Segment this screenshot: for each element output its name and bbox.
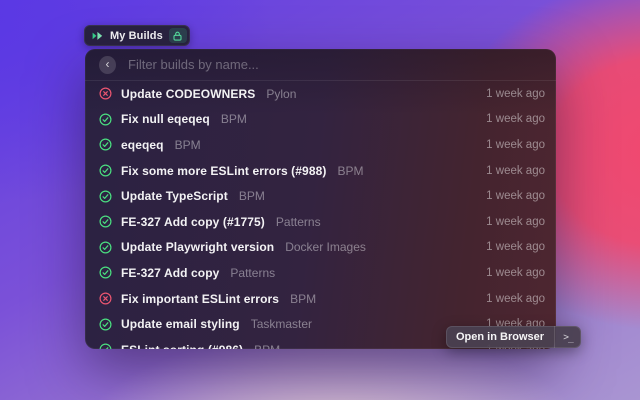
build-time: 1 week ago <box>486 293 545 305</box>
build-title: Update Playwright version <box>121 240 274 254</box>
build-row[interactable]: eqeqeq BPM 1 week ago <box>85 132 556 158</box>
build-title: ESLint sorting (#986) <box>121 343 243 349</box>
build-title: Update TypeScript <box>121 189 228 203</box>
lock-badge <box>169 28 187 43</box>
build-title: FE-327 Add copy <box>121 266 219 280</box>
build-row[interactable]: Fix important ESLint errors BPM 1 week a… <box>85 286 556 312</box>
open-in-browser-button[interactable]: Open in Browser >_ <box>446 326 581 348</box>
build-row[interactable]: Fix some more ESLint errors (#988) BPM 1… <box>85 158 556 184</box>
back-button[interactable]: ‹ <box>99 56 116 74</box>
build-status-passed-icon <box>99 190 112 203</box>
chip-label: My Builds <box>110 30 163 42</box>
build-project: BPM <box>290 292 316 306</box>
build-project: Docker Images <box>285 240 366 254</box>
build-project: Taskmaster <box>251 317 312 331</box>
build-time: 1 week ago <box>486 139 545 151</box>
build-status-failed-icon <box>99 292 112 305</box>
build-status-failed-icon <box>99 87 112 100</box>
build-project: Patterns <box>276 215 321 229</box>
build-time: 1 week ago <box>486 216 545 228</box>
build-project: Patterns <box>230 266 275 280</box>
chevron-left-icon: ‹ <box>106 58 110 70</box>
build-list: Update CODEOWNERS Pylon 1 week ago Fix n… <box>85 81 556 349</box>
build-row[interactable]: FE-327 Add copy (#1775) Patterns 1 week … <box>85 209 556 235</box>
build-row[interactable]: Fix null eqeqeq BPM 1 week ago <box>85 107 556 133</box>
build-row[interactable]: Update TypeScript BPM 1 week ago <box>85 183 556 209</box>
build-project: BPM <box>254 343 280 349</box>
build-status-passed-icon <box>99 343 112 349</box>
build-time: 1 week ago <box>486 88 545 100</box>
build-time: 1 week ago <box>486 190 545 202</box>
search-input[interactable] <box>126 56 542 73</box>
search-bar: ‹ <box>85 49 556 81</box>
open-in-browser-label: Open in Browser <box>446 326 554 348</box>
build-status-passed-icon <box>99 138 112 151</box>
build-row[interactable]: Update CODEOWNERS Pylon 1 week ago <box>85 81 556 107</box>
terminal-shortcut-icon: >_ <box>555 326 581 348</box>
build-title: Update CODEOWNERS <box>121 87 255 101</box>
build-project: BPM <box>221 112 247 126</box>
build-status-passed-icon <box>99 215 112 228</box>
build-title: Fix null eqeqeq <box>121 112 210 126</box>
build-project: Pylon <box>266 87 296 101</box>
build-title: Fix important ESLint errors <box>121 292 279 306</box>
build-row[interactable]: Update Playwright version Docker Images … <box>85 235 556 261</box>
build-title: Update email styling <box>121 317 240 331</box>
my-builds-chip[interactable]: My Builds <box>84 25 190 46</box>
build-status-passed-icon <box>99 113 112 126</box>
desktop-background: My Builds ‹ Upda <box>0 0 640 400</box>
build-time: 1 week ago <box>486 113 545 125</box>
build-status-passed-icon <box>99 318 112 331</box>
build-project: BPM <box>239 189 265 203</box>
build-title: Fix some more ESLint errors (#988) <box>121 164 326 178</box>
build-status-passed-icon <box>99 266 112 279</box>
lock-icon <box>173 31 182 41</box>
build-title: FE-327 Add copy (#1775) <box>121 215 265 229</box>
build-time: 1 week ago <box>486 267 545 279</box>
buildkite-logo-icon <box>92 31 104 41</box>
builds-window: ‹ Update CODEOWNERS Pylon 1 week ago <box>85 49 556 349</box>
build-status-passed-icon <box>99 241 112 254</box>
build-time: 1 week ago <box>486 165 545 177</box>
build-time: 1 week ago <box>486 241 545 253</box>
build-title: eqeqeq <box>121 138 164 152</box>
build-project: BPM <box>175 138 201 152</box>
build-status-passed-icon <box>99 164 112 177</box>
build-project: BPM <box>337 164 363 178</box>
build-row[interactable]: FE-327 Add copy Patterns 1 week ago <box>85 260 556 286</box>
